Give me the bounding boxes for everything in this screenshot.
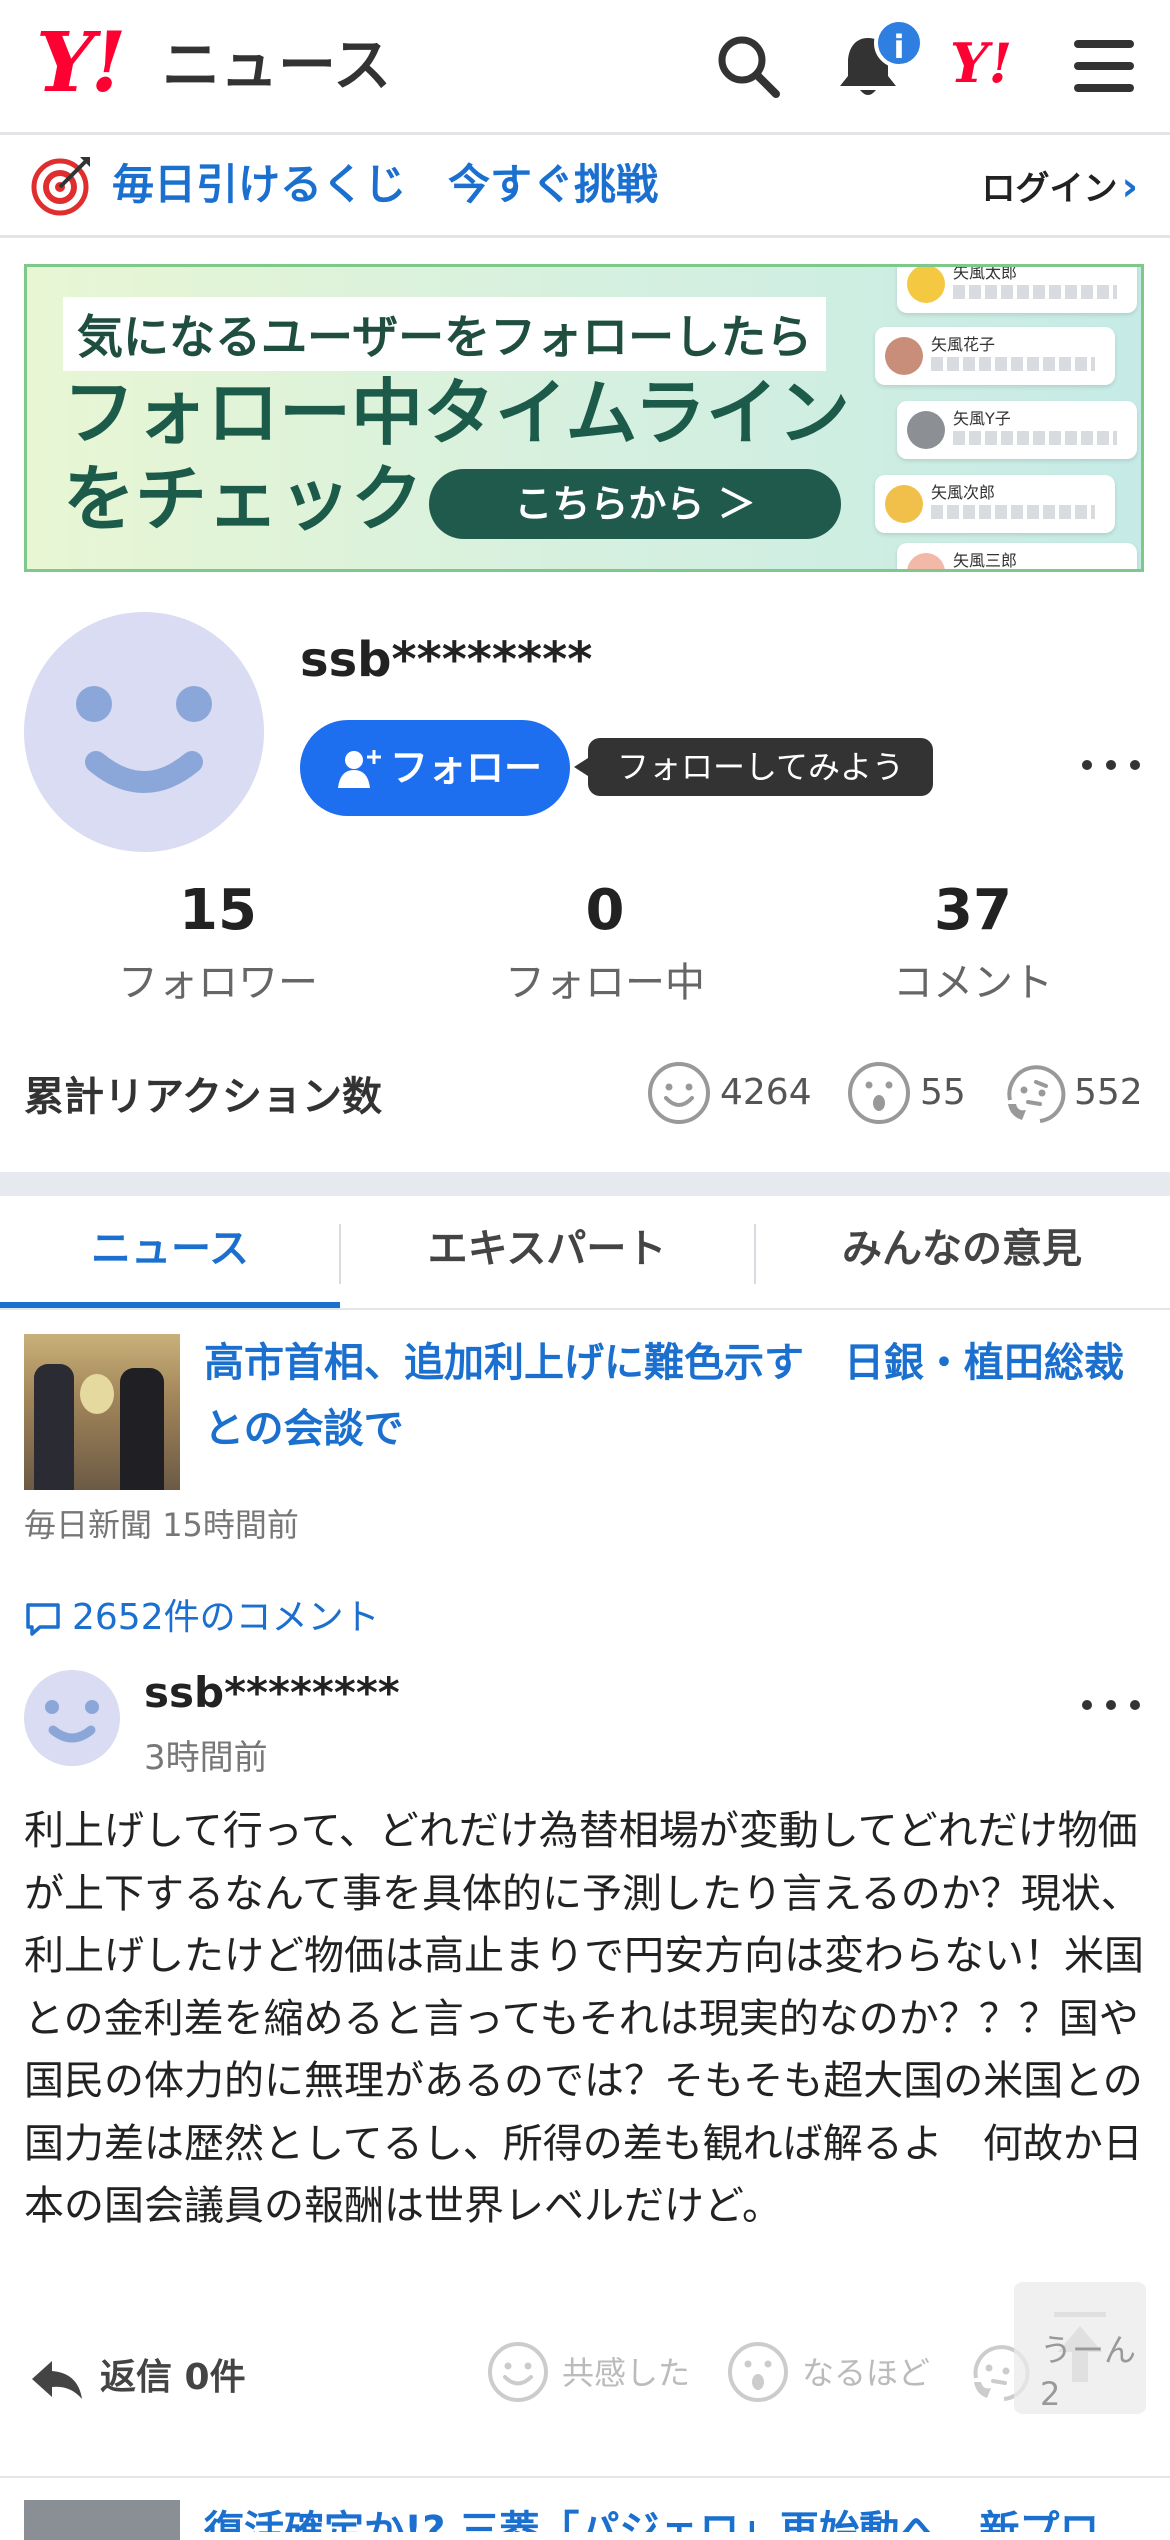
login-link[interactable]: ログイン › [982,163,1138,213]
reaction-empathy: 4264 [646,1058,826,1128]
banner-headline: 気になるユーザーをフォローしたら [63,297,827,371]
comments-label: コメント [893,959,1053,1006]
reaction-hmm-count: 552 [1074,1072,1143,1113]
article-source: 毎日新聞 [24,1506,153,1544]
avatar [907,553,945,569]
banner-user-name: 矢風花子 [931,335,996,354]
placeholder-line [931,357,1095,371]
following-label: フォロー中 [505,959,705,1006]
avatar [885,485,923,523]
article-title-link[interactable]: 高市首相、追加利上げに難色示す 日銀・植田総裁との会談で [204,1330,1144,1462]
chevron-right-icon: › [1121,164,1138,210]
hmm-reaction-info: うーん 2 [1040,2328,1136,2416]
reaction-insight: 55 [846,1058,976,1128]
article-comment-count: 2652件のコメント [72,1597,380,1638]
thumbnail-flowers [80,1374,114,1414]
thumbnail-figure [120,1368,164,1490]
follow-timeline-banner[interactable]: 気になるユーザーをフォローしたら フォロー中タイムライン をチェック こちらから… [24,264,1144,572]
tab-opinions[interactable]: みんなの意見 [754,1196,1170,1308]
content-tabs: ニュース エキスパート みんなの意見 [0,1196,1170,1310]
next-article-title-link[interactable]: 復活確定か!? 三菱「パジェロ」再始動へ 新プロ [204,2498,1144,2532]
banner-cta-button[interactable]: こちらから ＞ [429,469,841,539]
article-comments-link[interactable]: 2652件のコメント [24,1588,380,1640]
hamburger-menu-icon[interactable] [1068,30,1140,102]
followers-stat[interactable]: 15 フォロワー [68,880,368,1008]
comment-time: 3時間前 [144,1738,268,1778]
empathy-label: 共感した [562,2354,691,2392]
total-reactions-label: 累計リアクション数 [24,1074,382,1120]
comments-stat[interactable]: 37 コメント [823,880,1123,1008]
app-header: Y! ニュース i Y! [0,0,1170,135]
list-divider [0,2476,1170,2478]
tab-news[interactable]: ニュース [0,1196,340,1308]
avatar [885,337,923,375]
smile-face-icon [488,2342,548,2402]
hmm-count: 2 [1040,2375,1061,2413]
banner-user-name: 矢風次郎 [931,483,996,502]
thumbnail-figure [34,1364,74,1490]
reaction-empathy-count: 4264 [720,1072,812,1113]
followers-label: フォロワー [118,959,318,1006]
article-time: 15時間前 [162,1506,299,1544]
comment-more-options-icon[interactable] [1082,1696,1142,1716]
reaction-hmm: 552 [1000,1058,1150,1128]
banner-user-card: 矢風次郎 [875,475,1115,533]
comment-body: 利上げして行って、どれだけ為替相場が変動してどれだけ物価が上下するなんて事を具体… [24,1808,1144,2229]
banner-title-line1: フォロー中タイムライン [63,371,850,455]
banner-user-name: 矢風太郎 [953,264,1018,282]
notification-badge[interactable]: i [874,18,924,68]
tab-expert[interactable]: エキスパート [340,1196,754,1308]
profile-avatar [24,612,264,852]
insight-button[interactable]: なるほど [726,2336,946,2408]
login-label: ログイン [981,169,1118,209]
avatar[interactable] [24,1670,120,1766]
empathy-button[interactable]: 共感した [486,2336,706,2408]
section-divider [0,1172,1170,1196]
thinking-face-icon [1007,1065,1066,1123]
banner-user-card: 矢風三郎 [897,543,1137,570]
reply-count: 返信 0件 [100,2357,246,2398]
smile-face-icon [648,1062,710,1124]
placeholder-line [931,505,1095,519]
article-thumbnail[interactable] [24,1334,180,1490]
follow-button-label: フォロー [390,746,543,790]
reply-button[interactable]: 返信 0件 [30,2348,246,2401]
avatar [907,267,945,303]
lottery-promo-bar: 毎日引けるくじ 今すぐ挑戦 ログイン › [0,135,1170,238]
search-icon[interactable] [712,30,784,102]
placeholder-line [953,431,1117,445]
lottery-promo-link[interactable]: 毎日引けるくじ 今すぐ挑戦 [112,157,658,213]
banner-user-card: 矢風太郎 [897,264,1137,313]
following-stat[interactable]: 0 フォロー中 [455,880,755,1008]
yahoo-icon[interactable]: Y! [950,36,1012,90]
following-count: 0 [585,878,625,943]
surprised-face-icon [728,2342,788,2402]
banner-user-name: 矢風三郎 [953,551,1018,570]
banner-title-line2: をチェック [63,457,424,541]
banner-user-name: 矢風Y子 [953,409,1011,428]
next-article-thumbnail[interactable] [24,2500,180,2540]
banner-user-card: 矢風Y子 [897,401,1137,459]
more-options-icon[interactable] [1082,756,1142,776]
reply-arrow-icon [32,2361,82,2399]
avatar [907,411,945,449]
comments-count: 37 [934,878,1012,943]
surprised-face-icon [848,1062,910,1124]
article-meta: 毎日新聞 15時間前 [24,1500,299,1546]
insight-label: なるほど [802,2354,931,2392]
follow-tooltip: フォローしてみよう [574,738,933,796]
add-person-icon [338,750,381,788]
news-logo-text[interactable]: ニュース [162,36,391,94]
reaction-insight-count: 55 [920,1072,966,1113]
hmm-label: うーん [1040,2331,1137,2369]
profile-username: ssb******** [300,632,593,688]
comment-bubble-icon [26,1603,60,1636]
placeholder-line [953,285,1117,299]
yahoo-logo[interactable]: Y! [36,22,127,104]
follow-button[interactable]: フォロー [300,720,570,816]
comment-username[interactable]: ssb******** [144,1668,400,1717]
target-icon [31,157,90,216]
followers-count: 15 [179,878,257,943]
banner-user-card: 矢風花子 [875,327,1115,385]
